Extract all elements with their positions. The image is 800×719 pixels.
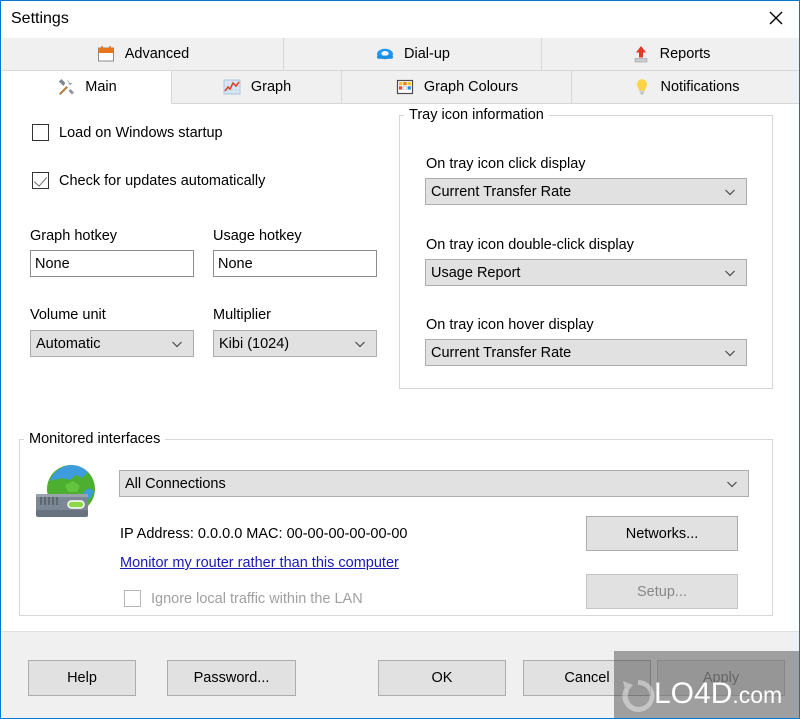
- dialog-footer: Help Password... OK Cancel Apply: [2, 631, 799, 718]
- usage-hotkey-label: Usage hotkey: [213, 228, 302, 244]
- networks-button[interactable]: Networks...: [586, 516, 738, 551]
- tray-click-combo[interactable]: Current Transfer Rate: [425, 178, 747, 205]
- help-button[interactable]: Help: [28, 660, 136, 696]
- tab-main[interactable]: Main: [2, 71, 172, 104]
- calendar-icon: [96, 44, 116, 64]
- tray-hover-value: Current Transfer Rate: [431, 344, 572, 361]
- monitor-router-link[interactable]: Monitor my router rather than this compu…: [120, 555, 399, 571]
- tab-notifications-label: Notifications: [660, 79, 740, 95]
- title-bar: Settings: [1, 1, 799, 38]
- checkbox-load-on-startup-label: Load on Windows startup: [59, 124, 223, 141]
- multiplier-combo[interactable]: Kibi (1024): [213, 330, 377, 357]
- close-icon[interactable]: [753, 1, 799, 35]
- tray-hover-label: On tray icon hover display: [426, 317, 594, 333]
- volume-unit-label: Volume unit: [30, 307, 106, 323]
- colour-palette-icon: [395, 77, 415, 97]
- graph-hotkey-label: Graph hotkey: [30, 228, 118, 244]
- tray-click-value: Current Transfer Rate: [431, 183, 572, 200]
- password-button[interactable]: Password...: [167, 660, 296, 696]
- checkbox-ignore-lan[interactable]: Ignore local traffic within the LAN: [124, 590, 363, 607]
- tray-icon-group-title: Tray icon information: [404, 107, 549, 123]
- chevron-down-icon: [722, 265, 738, 281]
- volume-unit-value: Automatic: [36, 335, 101, 352]
- connection-combo[interactable]: All Connections: [119, 470, 749, 497]
- tab-content-main: Load on Windows startup Check for update…: [2, 104, 799, 631]
- tab-graph-label: Graph: [250, 79, 292, 95]
- setup-button: Setup...: [586, 574, 738, 609]
- monitored-interfaces-title: Monitored interfaces: [24, 431, 166, 447]
- checkbox-check-updates-label: Check for updates automatically: [59, 172, 266, 189]
- tab-row-top: Advanced Dial-up Reports: [2, 38, 799, 71]
- tab-graph-colours[interactable]: Graph Colours: [342, 71, 572, 104]
- tray-double-click-value: Usage Report: [431, 264, 521, 281]
- lightbulb-icon: [632, 77, 652, 97]
- tab-advanced-label: Advanced: [124, 46, 190, 62]
- window-title: Settings: [11, 10, 69, 27]
- chevron-down-icon: [352, 336, 368, 352]
- connection-value: All Connections: [125, 475, 226, 492]
- checkbox-check-updates[interactable]: Check for updates automatically: [32, 172, 265, 189]
- tab-main-label: Main: [85, 79, 117, 95]
- ok-button[interactable]: OK: [378, 660, 506, 696]
- graph-hotkey-input[interactable]: None: [30, 250, 194, 277]
- tab-strip: Advanced Dial-up Reports Main Graph Grap…: [2, 38, 799, 104]
- tools-icon: [56, 77, 76, 97]
- line-chart-icon: [222, 77, 242, 97]
- multiplier-value: Kibi (1024): [219, 335, 290, 352]
- globe-router-icon: [32, 461, 102, 526]
- chevron-down-icon: [169, 336, 185, 352]
- checkbox-box: [32, 124, 49, 141]
- tray-click-label: On tray icon click display: [426, 156, 586, 172]
- tab-graph-colours-label: Graph Colours: [423, 79, 519, 95]
- telephone-icon: [375, 44, 395, 64]
- tab-dial-up[interactable]: Dial-up: [284, 38, 542, 71]
- cancel-button[interactable]: Cancel: [523, 660, 651, 696]
- tab-notifications[interactable]: Notifications: [572, 71, 799, 104]
- settings-window: Settings Advanced Dial-up Reports Main G…: [0, 0, 800, 719]
- tab-reports[interactable]: Reports: [542, 38, 799, 71]
- multiplier-label: Multiplier: [213, 307, 272, 323]
- volume-unit-combo[interactable]: Automatic: [30, 330, 194, 357]
- checkbox-box: [124, 590, 141, 607]
- tab-graph[interactable]: Graph: [172, 71, 342, 104]
- tray-hover-combo[interactable]: Current Transfer Rate: [425, 339, 747, 366]
- checkbox-ignore-lan-label: Ignore local traffic within the LAN: [151, 590, 363, 607]
- interface-info-text: IP Address: 0.0.0.0 MAC: 00-00-00-00-00-…: [120, 526, 408, 542]
- tab-advanced[interactable]: Advanced: [2, 38, 284, 71]
- tab-reports-label: Reports: [659, 46, 711, 62]
- chevron-down-icon: [724, 476, 740, 492]
- tray-double-click-combo[interactable]: Usage Report: [425, 259, 747, 286]
- checkbox-box: [32, 172, 49, 189]
- apply-button: Apply: [657, 660, 785, 696]
- chevron-down-icon: [722, 345, 738, 361]
- usage-hotkey-input[interactable]: None: [213, 250, 377, 277]
- tab-dial-up-label: Dial-up: [404, 46, 450, 62]
- tray-double-click-label: On tray icon double-click display: [426, 237, 634, 253]
- chevron-down-icon: [722, 184, 738, 200]
- tab-row-bottom: Main Graph Graph Colours Notifications: [2, 71, 799, 104]
- checkbox-load-on-startup[interactable]: Load on Windows startup: [32, 124, 223, 141]
- up-arrow-icon: [631, 44, 651, 64]
